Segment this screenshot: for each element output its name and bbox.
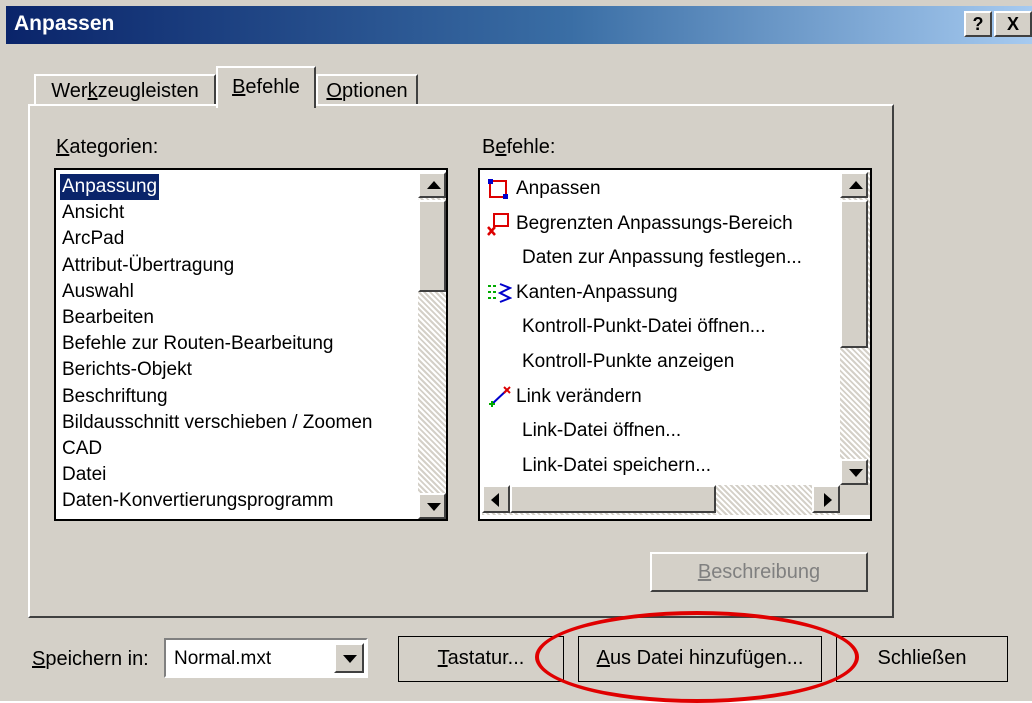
category-item[interactable]: CAD xyxy=(60,436,104,462)
arrow-right-icon xyxy=(824,493,832,507)
category-item[interactable]: Anpassung xyxy=(60,174,160,200)
category-item[interactable]: Datei xyxy=(60,462,108,488)
arrow-down-icon xyxy=(849,469,863,477)
dropdown-button[interactable] xyxy=(334,643,364,673)
arrow-down-icon xyxy=(427,503,441,511)
command-label: Daten zur Anpassung festlegen... xyxy=(522,247,802,269)
window-title: Anpassen xyxy=(14,12,115,35)
command-label: Anpassen xyxy=(516,178,601,199)
category-item[interactable]: Befehle zur Routen-Bearbeitung xyxy=(60,331,335,357)
limited-adjust-icon xyxy=(486,211,512,237)
tab-commands[interactable]: Befehle xyxy=(216,66,316,108)
command-label: Link-Datei öffnen... xyxy=(522,420,682,442)
scroll-left-button[interactable] xyxy=(482,485,510,513)
save-in-value: Normal.mxt xyxy=(174,648,272,669)
commands-vscrollbar[interactable] xyxy=(840,172,870,485)
help-icon: ? xyxy=(972,14,984,34)
close-window-button[interactable]: X xyxy=(994,11,1032,37)
help-button[interactable]: ? xyxy=(964,11,992,37)
save-in-label: Speichern in: xyxy=(32,648,149,670)
category-item[interactable]: Bildausschnitt verschieben / Zoomen xyxy=(60,410,375,436)
category-item[interactable]: Ansicht xyxy=(60,200,126,226)
command-item[interactable]: Link-Datei öffnen... xyxy=(484,416,681,446)
highlight-circle xyxy=(535,611,859,703)
close-icon: X xyxy=(1006,14,1019,34)
commands-listbox[interactable]: Anpassen Begrenzten Anpassungs-Bereich Dat… xyxy=(478,168,872,521)
command-item[interactable]: Link verändern xyxy=(484,382,642,412)
arrow-up-icon xyxy=(849,181,863,189)
commands-hscrollbar[interactable] xyxy=(482,485,840,515)
command-item[interactable]: Anpassen xyxy=(484,174,601,204)
categories-scrollbar[interactable] xyxy=(418,172,446,519)
category-item[interactable]: Daten-Konvertierungsprogramm xyxy=(60,488,335,514)
arrow-up-icon xyxy=(427,181,441,189)
scroll-thumb[interactable] xyxy=(510,485,716,513)
modify-link-icon xyxy=(486,384,512,410)
adjust-icon xyxy=(486,176,512,202)
command-item[interactable]: Link-Datei speichern... xyxy=(484,451,711,481)
close-button[interactable]: Schließen xyxy=(836,636,1008,682)
categories-label: Kategorien: xyxy=(56,136,159,158)
description-button[interactable]: Beschreibung xyxy=(650,552,868,592)
categories-listbox[interactable]: Anpassung Ansicht ArcPad Attribut-Übertragu… xyxy=(54,168,448,521)
scroll-corner xyxy=(840,485,870,515)
category-item[interactable]: Auswahl xyxy=(60,279,136,305)
title-bar[interactable]: Anpassen ? X xyxy=(6,6,1032,44)
save-in-select[interactable]: Normal.mxt xyxy=(164,638,368,678)
edge-match-icon xyxy=(486,280,513,306)
scroll-down-button[interactable] xyxy=(840,459,868,485)
category-item[interactable]: ArcPad xyxy=(60,226,126,252)
category-item[interactable]: Attribut-Übertragung xyxy=(60,253,236,279)
category-item[interactable]: Bearbeiten xyxy=(60,305,156,331)
command-item[interactable]: Begrenzten Anpassungs-Bereich xyxy=(484,209,793,239)
command-item[interactable]: Kontroll-Punkte anzeigen xyxy=(484,347,734,377)
tab-options[interactable]: Optionen xyxy=(316,74,418,106)
scroll-thumb[interactable] xyxy=(840,200,868,348)
command-label: Kontroll-Punkte anzeigen xyxy=(522,351,735,372)
command-label: Link verändern xyxy=(516,385,642,407)
scroll-up-button[interactable] xyxy=(418,172,446,198)
command-label: Kanten-Anpassung xyxy=(516,281,678,303)
tab-toolbars[interactable]: Werkzeugleisten xyxy=(34,74,216,106)
command-item[interactable]: Kontroll-Punkt-Datei öffnen... xyxy=(484,312,766,342)
scroll-right-button[interactable] xyxy=(812,485,840,513)
scroll-up-button[interactable] xyxy=(840,172,868,198)
chevron-down-icon xyxy=(343,655,357,663)
command-label: Kontroll-Punkt-Datei öffnen... xyxy=(522,316,766,338)
customize-dialog: Anpassen ? X Werkzeugleisten Befehle Opt… xyxy=(0,0,1032,703)
command-item[interactable]: Daten zur Anpassung festlegen... xyxy=(484,243,802,273)
category-item[interactable]: Berichts-Objekt xyxy=(60,357,194,383)
command-label: Begrenzten Anpassungs-Bereich xyxy=(516,212,793,234)
command-item[interactable]: Kanten-Anpassung xyxy=(484,278,678,308)
scroll-thumb[interactable] xyxy=(418,200,446,292)
commands-label: Befehle: xyxy=(482,136,556,158)
arrow-left-icon xyxy=(491,493,499,507)
scroll-down-button[interactable] xyxy=(418,493,446,519)
command-label: Link-Datei speichern... xyxy=(522,454,712,476)
category-item[interactable]: Beschriftung xyxy=(60,384,170,410)
